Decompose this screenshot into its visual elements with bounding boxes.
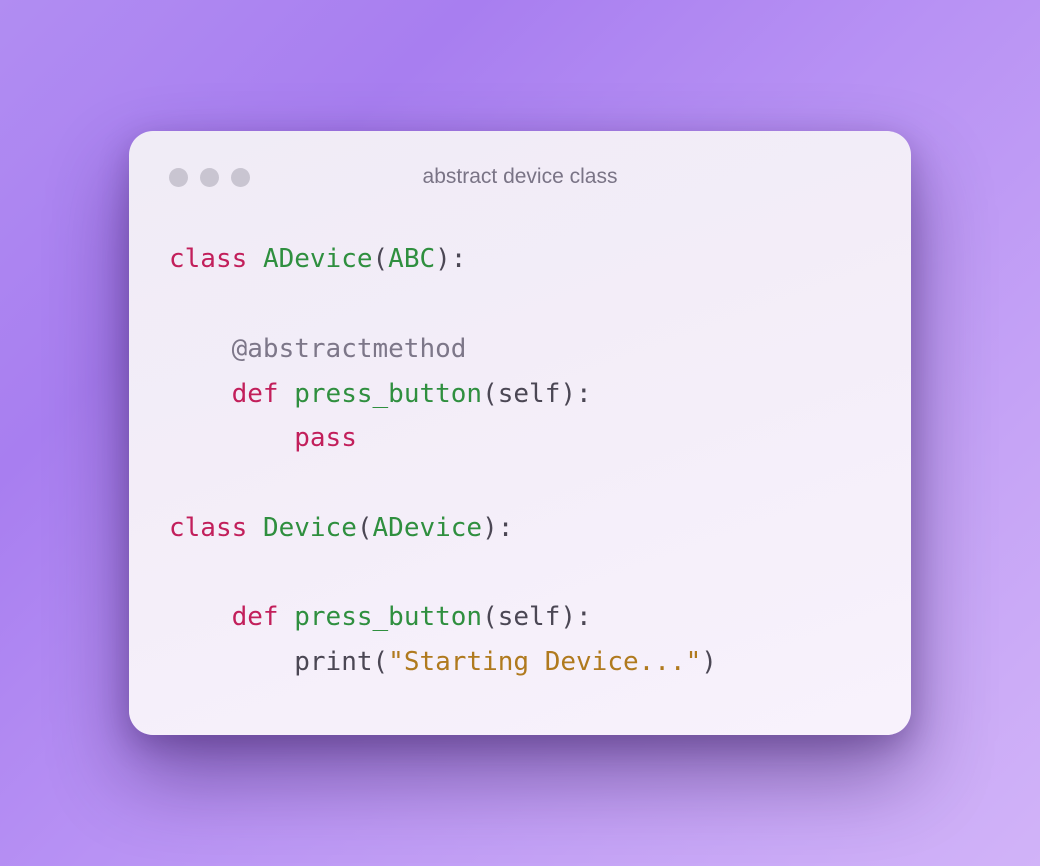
code-block: class ADevice(ABC): @abstractmethod def … [169,237,871,684]
param-self: self [498,602,561,632]
keyword-def: def [232,379,279,409]
titlebar: abstract device class [169,165,871,189]
paren-open: ( [357,513,373,543]
indent [169,423,294,453]
minimize-icon[interactable] [200,168,219,187]
param-self: self [498,379,561,409]
class-name-abc: ABC [388,244,435,274]
paren-open: ( [482,379,498,409]
space [247,244,263,274]
class-name-adevice: ADevice [263,244,373,274]
function-name: press_button [294,379,482,409]
indent [169,379,232,409]
space [247,513,263,543]
string-literal: "Starting Device..." [388,647,701,677]
space [279,379,295,409]
colon: : [451,244,467,274]
keyword-def: def [232,602,279,632]
call-print: print [294,647,372,677]
colon: : [576,602,592,632]
indent [169,602,232,632]
colon: : [576,379,592,409]
paren-open: ( [482,602,498,632]
paren-open: ( [373,244,389,274]
keyword-class: class [169,244,247,274]
window-title: abstract device class [169,165,871,189]
function-name: press_button [294,602,482,632]
decorator: @abstractmethod [232,334,467,364]
keyword-class: class [169,513,247,543]
colon: : [498,513,514,543]
paren-close: ) [435,244,451,274]
keyword-pass: pass [294,423,357,453]
indent [169,334,232,364]
maximize-icon[interactable] [231,168,250,187]
close-icon[interactable] [169,168,188,187]
paren-close: ) [482,513,498,543]
class-name-device: Device [263,513,357,543]
window-controls [169,168,250,187]
paren-close: ) [560,379,576,409]
indent [169,647,294,677]
paren-open: ( [373,647,389,677]
code-window: abstract device class class ADevice(ABC)… [129,131,911,734]
base-class-adevice: ADevice [373,513,483,543]
paren-close: ) [560,602,576,632]
paren-close: ) [701,647,717,677]
space [279,602,295,632]
